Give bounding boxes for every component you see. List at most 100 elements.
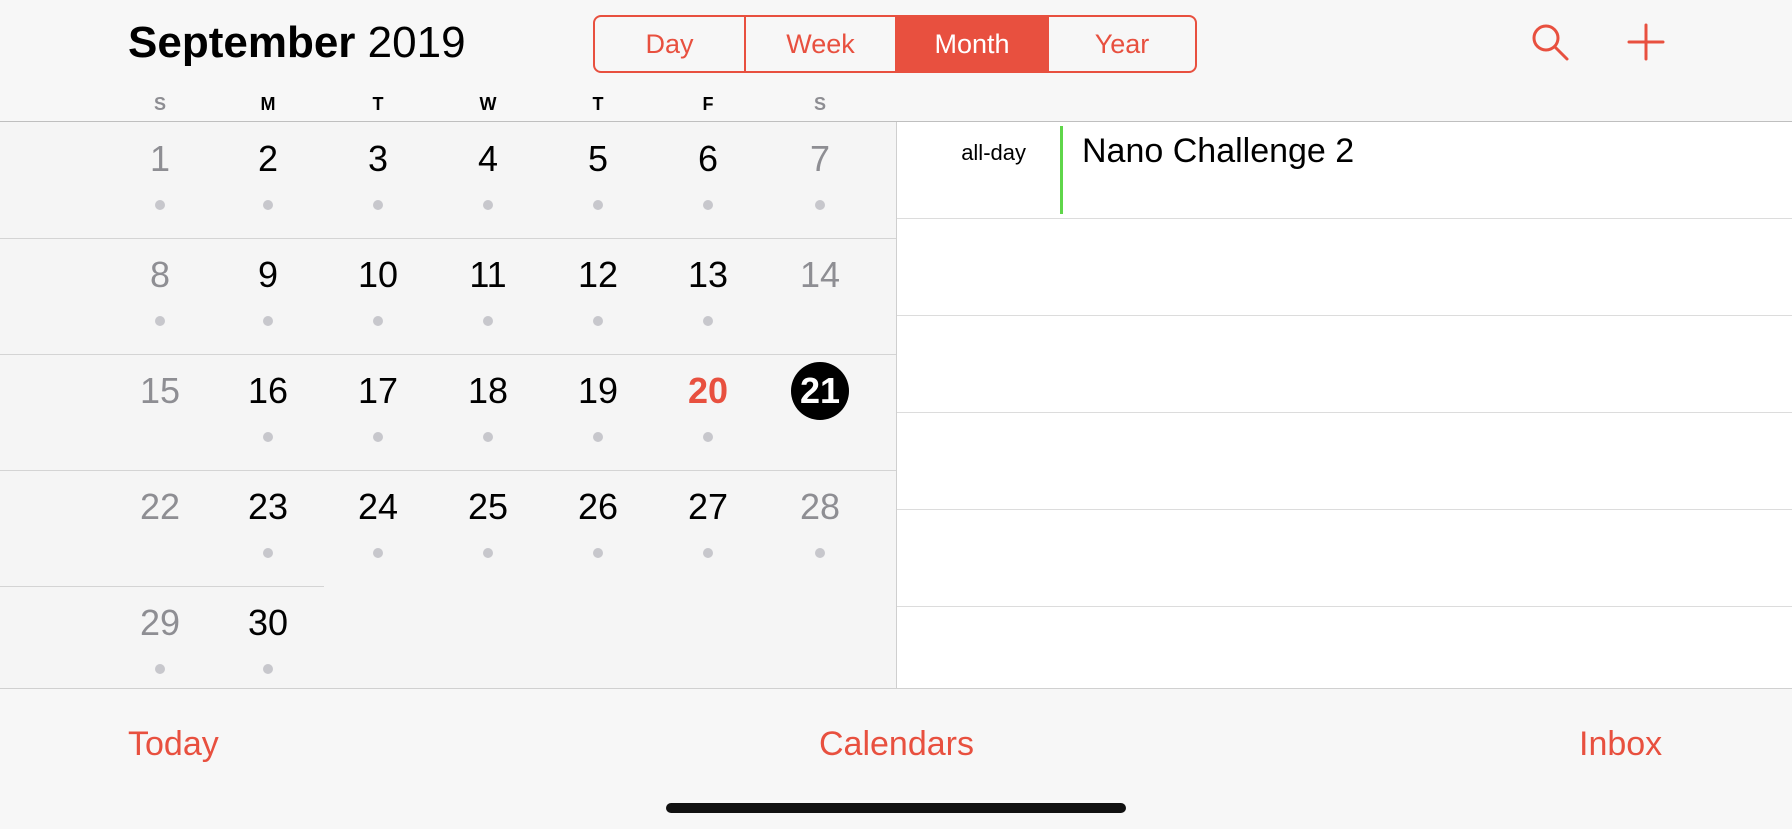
title-month: September	[128, 18, 356, 67]
calendar-day[interactable]: 20	[668, 366, 748, 442]
day-number: 12	[577, 254, 619, 295]
event-dot	[703, 548, 713, 558]
event-dot	[483, 432, 493, 442]
day-number: 24	[357, 486, 399, 527]
calendar-day[interactable]: 8	[120, 250, 200, 326]
event-dot	[373, 200, 383, 210]
event-dot	[593, 432, 603, 442]
weekday-tuesday: T	[372, 94, 384, 114]
event-dot	[703, 200, 713, 210]
calendar-day[interactable]: 11	[448, 250, 528, 326]
calendar-day[interactable]: 13	[668, 250, 748, 326]
tab-year[interactable]: Year	[1049, 17, 1195, 71]
search-icon[interactable]	[1530, 22, 1570, 62]
calendar-day[interactable]: 21	[780, 362, 860, 420]
event-dot	[593, 548, 603, 558]
event-dot	[155, 200, 165, 210]
calendar-day[interactable]: 16	[228, 366, 308, 442]
calendar-day[interactable]: 23	[228, 482, 308, 558]
event-row-divider	[897, 606, 1792, 607]
today-button[interactable]: Today	[128, 725, 219, 764]
event-dot	[483, 548, 493, 558]
day-number: 11	[469, 254, 507, 295]
tab-week[interactable]: Week	[746, 17, 897, 71]
day-number: 25	[467, 486, 509, 527]
day-number: 18	[467, 370, 509, 411]
event-dot	[373, 548, 383, 558]
day-number: 19	[577, 370, 619, 411]
calendar-day[interactable]: 14	[780, 250, 860, 300]
calendar-day[interactable]: 27	[668, 482, 748, 558]
day-number: 15	[139, 370, 181, 411]
calendar-day[interactable]: 26	[558, 482, 638, 558]
day-number: 17	[357, 370, 399, 411]
day-number: 27	[687, 486, 729, 527]
calendar-day[interactable]: 29	[120, 598, 200, 674]
day-number: 26	[577, 486, 619, 527]
page-title: September 2019	[128, 18, 466, 68]
allday-label: all-day	[961, 140, 1026, 165]
calendar-day[interactable]: 24	[338, 482, 418, 558]
tab-day[interactable]: Day	[595, 17, 746, 71]
event-dot	[593, 316, 603, 326]
calendar-day[interactable]: 30	[228, 598, 308, 674]
week-divider	[0, 354, 896, 355]
event-dot	[263, 200, 273, 210]
calendar-day[interactable]: 18	[448, 366, 528, 442]
event-row-divider	[897, 509, 1792, 510]
day-number: 2	[257, 138, 279, 179]
event-dot	[593, 200, 603, 210]
calendar-day[interactable]: 28	[780, 482, 860, 558]
calendar-day[interactable]: 1	[120, 134, 200, 210]
calendar-day[interactable]: 17	[338, 366, 418, 442]
day-number: 1	[149, 138, 171, 179]
day-number: 9	[257, 254, 279, 295]
day-number: 10	[357, 254, 399, 295]
event-dot	[703, 316, 713, 326]
calendar-day[interactable]: 9	[228, 250, 308, 326]
event-dot	[263, 664, 273, 674]
day-number: 16	[247, 370, 289, 411]
event-dot	[155, 316, 165, 326]
week-divider	[0, 238, 896, 239]
weekday-saturday: S	[813, 94, 826, 114]
event-row-divider	[897, 412, 1792, 413]
calendar-day[interactable]: 15	[120, 366, 200, 416]
event-dot	[263, 316, 273, 326]
day-number: 8	[149, 254, 171, 295]
tab-month[interactable]: Month	[897, 17, 1049, 71]
day-number: 5	[587, 138, 609, 179]
calendar-day[interactable]: 4	[448, 134, 528, 210]
calendar-day[interactable]: 7	[780, 134, 860, 210]
event-dot	[373, 432, 383, 442]
header: September 2019 Day Week Month Year S M T…	[0, 0, 1792, 122]
weekday-friday: F	[702, 94, 714, 114]
calendar-day[interactable]: 6	[668, 134, 748, 210]
calendar-day[interactable]: 25	[448, 482, 528, 558]
event-row-divider	[897, 315, 1792, 316]
calendar-day[interactable]: 12	[558, 250, 638, 326]
title-year: 2019	[367, 18, 466, 67]
event-color-bar	[1060, 126, 1063, 214]
day-number: 29	[139, 602, 181, 643]
event-dot	[263, 548, 273, 558]
day-number: 23	[247, 486, 289, 527]
calendar-day[interactable]: 3	[338, 134, 418, 210]
event-dot	[263, 432, 273, 442]
view-segmented-control: Day Week Month Year	[593, 15, 1197, 73]
day-number: 3	[367, 138, 389, 179]
calendar-day[interactable]: 22	[120, 482, 200, 532]
calendar-day[interactable]: 5	[558, 134, 638, 210]
calendar-day[interactable]: 19	[558, 366, 638, 442]
event-row-divider	[897, 218, 1792, 219]
calendars-button[interactable]: Calendars	[819, 725, 974, 764]
day-number: 14	[799, 254, 841, 295]
inbox-button[interactable]: Inbox	[1579, 725, 1662, 764]
calendar-day[interactable]: 10	[338, 250, 418, 326]
event-title[interactable]: Nano Challenge 2	[1082, 132, 1354, 171]
calendar-day[interactable]: 2	[228, 134, 308, 210]
bottom-toolbar: Today Calendars Inbox	[0, 688, 1792, 829]
event-dot	[373, 316, 383, 326]
add-icon[interactable]	[1627, 23, 1665, 61]
day-number: 4	[477, 138, 499, 179]
